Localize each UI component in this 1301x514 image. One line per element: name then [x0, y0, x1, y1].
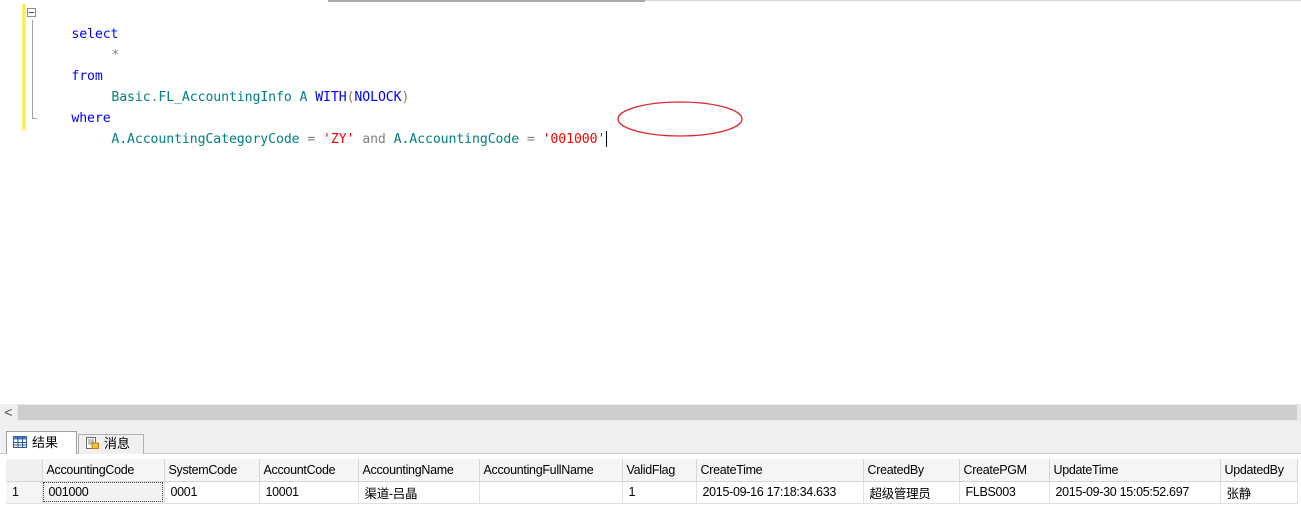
horizontal-scrollbar[interactable]: < [0, 404, 1301, 421]
grid-cell[interactable]: 10001 [259, 481, 359, 504]
sql-editor[interactable]: select * from Basic.FL_AccountingInfo A … [0, 0, 1301, 404]
annotation-circle [617, 101, 743, 137]
column-header[interactable]: UpdatedBy [1220, 459, 1298, 482]
results-tab-strip: 结果 消息 [0, 421, 1301, 454]
grid-cell[interactable]: 1 [622, 481, 697, 504]
grid-cell[interactable]: 超级管理员 [863, 481, 960, 504]
column-header[interactable]: UpdateTime [1049, 459, 1221, 482]
results-grid-area: AccountingCode SystemCode AccountCode Ac… [0, 454, 1301, 514]
scrollbar-thumb[interactable] [18, 405, 1297, 420]
grid-cell[interactable]: 2015-09-16 17:18:34.633 [696, 481, 864, 504]
column-header[interactable]: CreateTime [696, 459, 864, 482]
column-header[interactable]: SystemCode [164, 459, 260, 482]
grid-cell[interactable]: 张静 [1220, 481, 1298, 504]
column-header[interactable]: AccountingName [358, 459, 480, 482]
messages-icon [86, 437, 99, 449]
row-number[interactable]: 1 [6, 481, 43, 504]
tab-messages-label: 消息 [104, 436, 131, 451]
grid-cell[interactable]: 0001 [164, 481, 260, 504]
grid-cell[interactable] [479, 481, 623, 504]
column-header[interactable]: CreatedBy [863, 459, 960, 482]
results-grid[interactable]: AccountingCode SystemCode AccountCode Ac… [6, 459, 1298, 504]
grid-cell[interactable]: FLBS003 [959, 481, 1050, 504]
column-header[interactable]: CreatePGM [959, 459, 1050, 482]
column-header[interactable]: AccountingFullName [479, 459, 623, 482]
column-header[interactable]: AccountCode [259, 459, 359, 482]
red-ellipse-highlight [617, 101, 743, 137]
grid-cell[interactable]: 2015-09-30 15:05:52.697 [1049, 481, 1221, 504]
tab-results-label: 结果 [32, 435, 59, 450]
row-number-header[interactable] [6, 459, 43, 482]
grid-cell-selected[interactable]: 001000 [42, 481, 165, 504]
grid-table-icon [13, 436, 27, 448]
grid-header-row: AccountingCode SystemCode AccountCode Ac… [6, 459, 1298, 482]
column-header[interactable]: AccountingCode [42, 459, 165, 482]
tab-messages[interactable]: 消息 [78, 434, 144, 454]
table-row[interactable]: 1 001000 0001 10001 渠道-吕晶 1 2015-09-16 1… [6, 481, 1298, 504]
tab-results[interactable]: 结果 [6, 431, 77, 454]
column-header[interactable]: ValidFlag [622, 459, 697, 482]
scroll-left-arrow-icon[interactable]: < [0, 404, 17, 421]
grid-cell[interactable]: 渠道-吕晶 [358, 481, 480, 504]
